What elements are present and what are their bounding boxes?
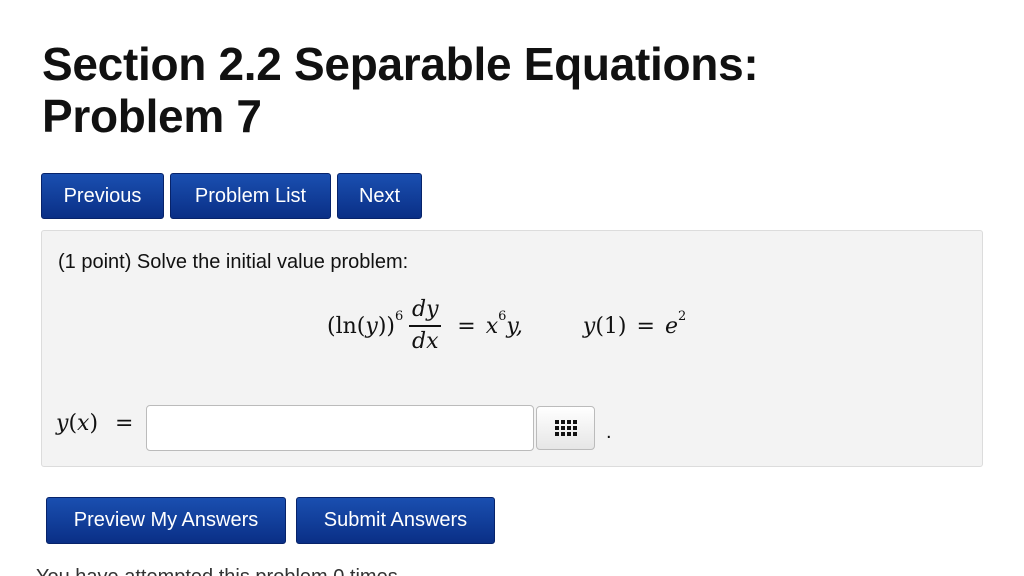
eq-lhs-var: y: [365, 313, 378, 339]
ic-var: y: [582, 313, 596, 339]
eq-rhs-tail: y,: [506, 313, 523, 339]
submit-answers-button[interactable]: Submit Answers: [296, 497, 495, 544]
grid-icon: [554, 420, 577, 436]
answer-input[interactable]: [146, 405, 534, 451]
problem-prompt: (1 point) Solve the initial value proble…: [58, 251, 409, 273]
ic-equals: =: [636, 313, 655, 339]
answer-label-equals: =: [115, 411, 134, 436]
answer-label-x: x: [77, 411, 90, 436]
eq-lhs-close: )): [377, 313, 395, 339]
equation-palette-button[interactable]: [536, 406, 595, 450]
eq-rhs-exponent: 6: [498, 308, 507, 324]
frac-denominator: dx: [412, 328, 439, 354]
page-title: Section 2.2 Separable Equations: Problem…: [42, 38, 759, 142]
problem-list-button[interactable]: Problem List: [170, 173, 331, 219]
ic-exponent: 2: [677, 308, 687, 324]
derivative-fraction: dy dx: [409, 297, 442, 354]
page-title-line-2: Problem 7: [42, 90, 262, 142]
answer-label-close: ): [89, 411, 99, 436]
eq-lhs-exponent: 6: [394, 308, 404, 324]
page-title-line-1: Section 2.2 Separable Equations:: [42, 38, 759, 90]
differential-equation: (ln(y)) 6 dy dx = x 6 y, y (1) = e2: [327, 295, 686, 357]
eq-lhs-open: (ln(: [327, 313, 366, 339]
eq-equals: =: [457, 313, 476, 339]
attempts-message: You have attempted this problem 0 times.: [36, 566, 403, 576]
fraction-bar: [409, 325, 442, 327]
frac-numerator: dy: [412, 297, 439, 323]
eq-rhs-var: x: [485, 313, 499, 339]
problem-panel: (1 point) Solve the initial value proble…: [41, 230, 983, 467]
answer-label: y(x) =: [56, 411, 133, 436]
ic-base: e: [664, 313, 678, 339]
preview-answers-button[interactable]: Preview My Answers: [46, 497, 286, 544]
previous-button[interactable]: Previous: [41, 173, 164, 219]
next-button[interactable]: Next: [337, 173, 422, 219]
answer-label-open: (: [68, 411, 78, 436]
answer-label-var: y: [56, 411, 69, 436]
ic-arg: (1): [595, 313, 627, 339]
answer-trailing-period: .: [606, 421, 612, 443]
webwork-problem-page: Section 2.2 Separable Equations: Problem…: [0, 0, 1024, 576]
